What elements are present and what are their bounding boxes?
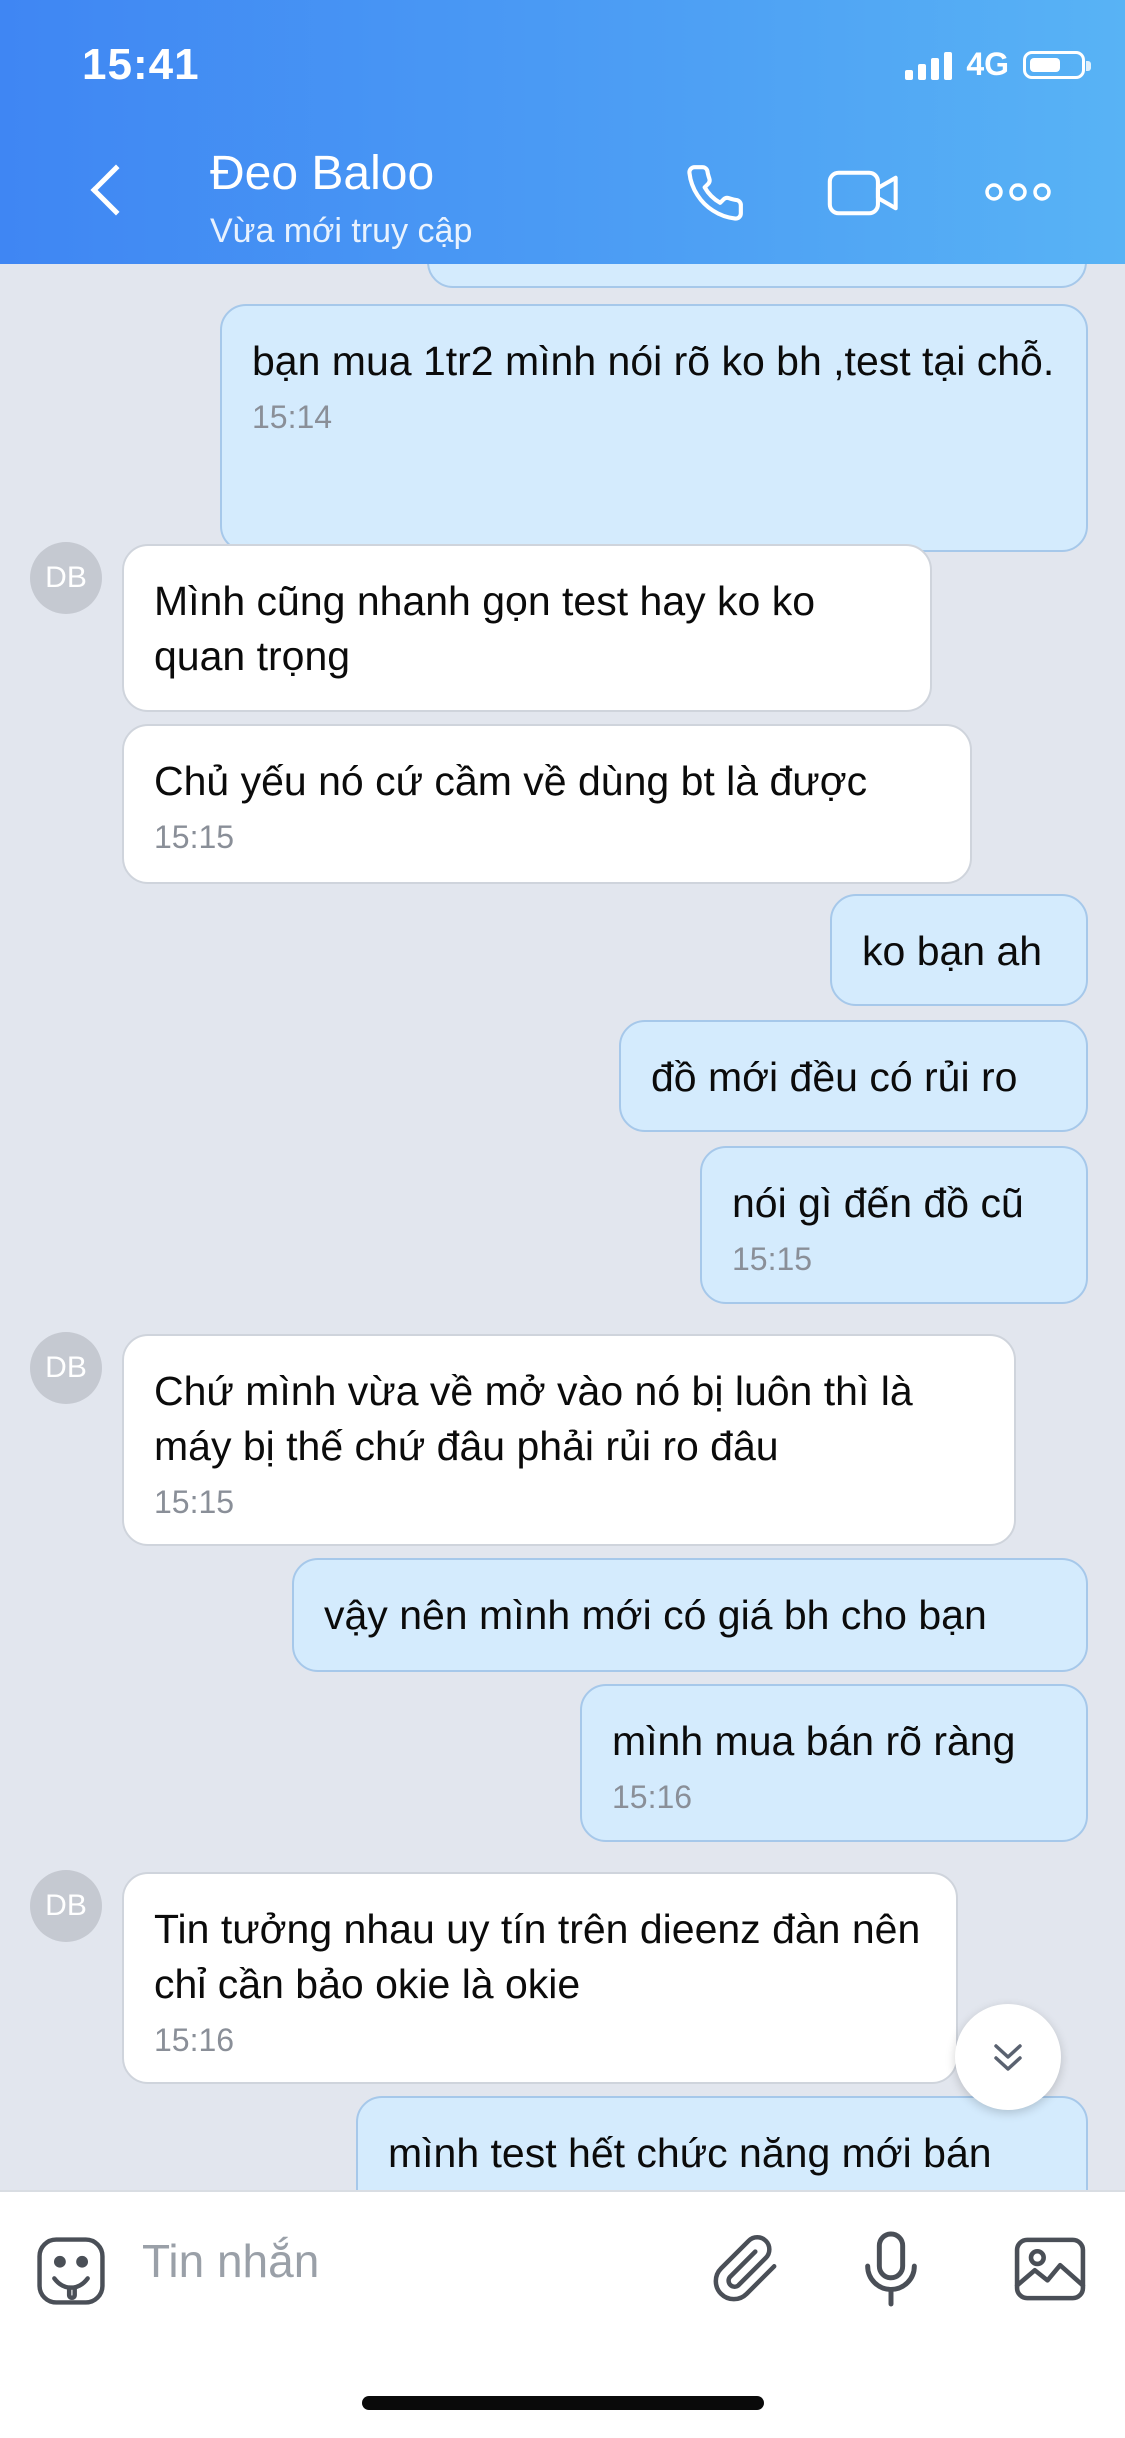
message-bubble-incoming[interactable]: Chứ mình vừa về mở vào nó bị luôn thì là… [122, 1334, 1016, 1546]
attachment-icon[interactable] [710, 2230, 782, 2308]
contact-status: Vừa mới truy cập [210, 212, 473, 250]
message-text: Chứ mình vừa về mở vào nó bị luôn thì là… [154, 1368, 913, 1469]
message-text: Tin tưởng nhau uy tín trên dieenz đàn nê… [154, 1906, 921, 2007]
contact-name[interactable]: Đeo Baloo [210, 146, 434, 201]
message-list[interactable]: bạn mua 1tr2 mình nói rõ ko bh ,test tại… [0, 264, 1125, 2190]
message-text: vậy nên mình mới có giá bh cho bạn [324, 1592, 987, 1638]
status-indicators: 4G [905, 46, 1091, 83]
battery-icon [1023, 50, 1091, 79]
message-time: 15:15 [154, 819, 235, 855]
message-text: đồ mới đều có rủi ro [651, 1054, 1018, 1100]
status-time: 15:41 [82, 40, 200, 89]
avatar[interactable]: DB [30, 542, 102, 614]
message-time: 15:15 [154, 1484, 235, 1520]
message-time: 15:15 [732, 1241, 813, 1277]
video-call-icon[interactable] [826, 162, 902, 224]
phone-icon[interactable] [684, 162, 746, 224]
message-bubble-outgoing[interactable]: đồ mới đều có rủi ro [619, 1020, 1088, 1132]
network-type: 4G [966, 46, 1009, 82]
message-input[interactable]: Tin nhắn [142, 2234, 319, 2288]
message-text: bạn mua 1tr2 mình nói rõ ko bh ,test tại… [252, 338, 1055, 384]
scroll-down-button[interactable] [955, 2004, 1061, 2110]
message-bubble-outgoing[interactable]: vậy nên mình mới có giá bh cho bạn [292, 1558, 1088, 1672]
chat-header: 15:41 4G Đeo Baloo Vừa mới truy cập [0, 0, 1125, 264]
message-text: mình test hết chức năng mới bán [388, 2130, 992, 2176]
message-bubble-incoming[interactable]: Tin tưởng nhau uy tín trên dieenz đàn nê… [122, 1872, 958, 2084]
avatar[interactable]: DB [30, 1332, 102, 1404]
message-text: Chủ yếu nó cứ cầm về dùng bt là được [154, 758, 868, 804]
message-time: 15:16 [154, 2022, 235, 2058]
message-bubble-outgoing[interactable]: nói gì đến đồ cũ 15:15 [700, 1146, 1088, 1304]
message-bubble-outgoing[interactable]: bạn mua 1tr2 mình nói rõ ko bh ,test tại… [220, 304, 1088, 552]
message-bubble-incoming[interactable]: Chủ yếu nó cứ cầm về dùng bt là được 15:… [122, 724, 972, 884]
message-time: 15:16 [612, 1779, 693, 1815]
back-button[interactable] [70, 150, 150, 240]
signal-icon [905, 50, 953, 80]
message-text: mình mua bán rõ ràng [612, 1718, 1016, 1764]
message-time: 15:14 [252, 399, 333, 435]
message-text: Mình cũng nhanh gọn test hay ko ko quan … [154, 578, 816, 679]
message-bubble-partial [427, 264, 1087, 288]
avatar[interactable]: DB [30, 1870, 102, 1942]
message-text: ko bạn ah [862, 928, 1043, 974]
scroll-down-icon [994, 2044, 1022, 2071]
message-bubble-outgoing[interactable]: ko bạn ah [830, 894, 1088, 1006]
image-icon[interactable] [1012, 2234, 1088, 2304]
more-icon[interactable] [982, 180, 1054, 204]
microphone-icon[interactable] [856, 2228, 926, 2310]
message-text: nói gì đến đồ cũ [732, 1180, 1024, 1226]
message-bubble-outgoing[interactable]: mình mua bán rõ ràng 15:16 [580, 1684, 1088, 1842]
message-bubble-outgoing[interactable]: mình test hết chức năng mới bán [356, 2096, 1088, 2190]
message-bubble-incoming[interactable]: Mình cũng nhanh gọn test hay ko ko quan … [122, 544, 932, 712]
home-indicator[interactable] [362, 2396, 764, 2410]
sticker-icon[interactable] [34, 2234, 108, 2308]
back-icon [90, 164, 142, 216]
